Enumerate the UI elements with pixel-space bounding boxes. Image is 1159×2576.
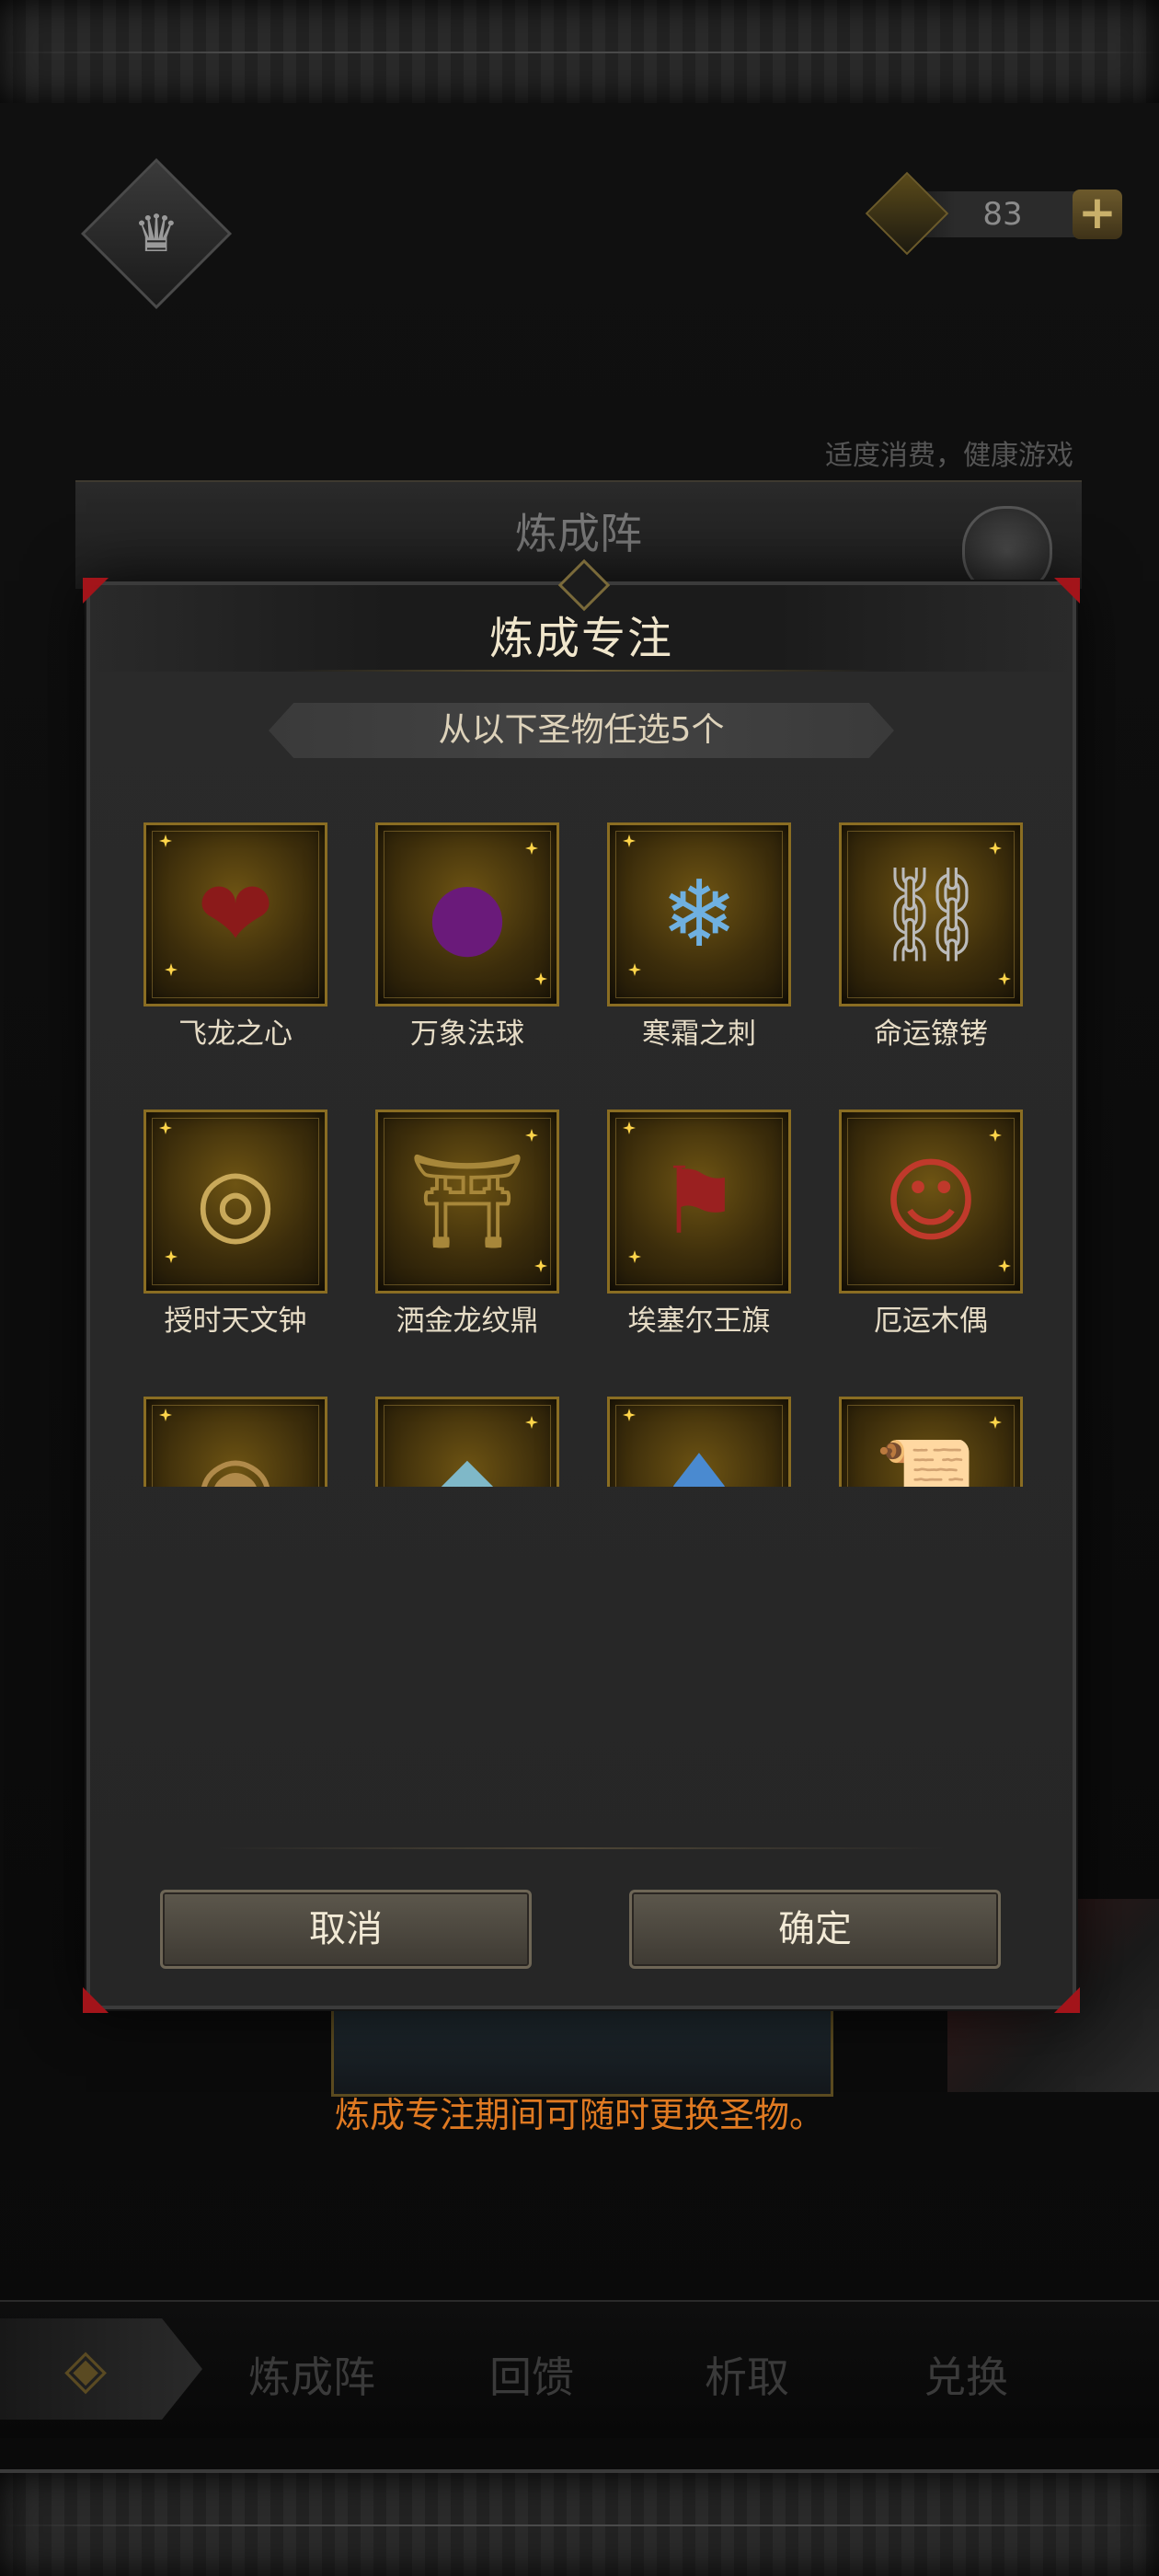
currency-amount: 83 (982, 196, 1023, 233)
rune-dice-icon: ◆ (378, 1399, 557, 1488)
currency-display: 83 + (865, 171, 1122, 256)
royal-banner-icon: ⚑ (658, 1147, 740, 1255)
dragon-heart-icon: ❤ (197, 860, 274, 968)
war-drum-icon: ◉ (146, 1399, 325, 1488)
corner-ornament (1054, 1987, 1080, 2013)
relic-name: 飞龙之心 (178, 1018, 293, 1051)
relic-frame: ⚑ (607, 1110, 791, 1294)
nav-logo[interactable]: ◈ (0, 2318, 202, 2420)
tip-text: 炼成专注期间可随时更换圣物。 (334, 2095, 824, 2135)
relic-item[interactable]: 📜旅法师魔卷 (839, 1397, 1023, 1487)
relic-item[interactable]: ⛩ 洒金龙纹鼎 (375, 1110, 559, 1340)
relic-item[interactable]: ❄ 寒霜之刺 (607, 822, 791, 1052)
bottom-nav: ◈ 炼成阵 回馈 析取 兑换 (0, 2300, 1159, 2438)
relic-item[interactable]: ● 万象法球 (375, 822, 559, 1052)
nav-tab-alchemy[interactable]: 炼成阵 (248, 2344, 375, 2405)
relic-frame: ☺ (839, 1110, 1023, 1294)
fate-shackles-icon: ⛓ (872, 860, 990, 968)
relic-frame: 📜 (839, 1397, 1023, 1487)
focus-dialog: 炼成专注 从以下圣物任选5个 ❤ 飞龙之心 ● 万象法球 ❄ 寒霜之刺 ⛓ 命运镣铐 ◎ 授时天文… (83, 558, 1080, 2013)
dialog-title-bar: 炼成专注 (90, 558, 1073, 672)
dialog-subtitle-banner: 从以下圣物任选5个 (269, 703, 894, 758)
relic-frame: ⛓ (839, 822, 1023, 1006)
relic-item[interactable]: ⚑ 埃塞尔王旗 (607, 1110, 791, 1340)
relic-frame: ● (375, 822, 559, 1006)
button-divider (219, 1847, 944, 1849)
relic-name: 埃塞尔王旗 (627, 1305, 771, 1338)
relic-item[interactable]: ☺ 厄运木偶 (839, 1110, 1023, 1340)
crown-icon: ♛ (132, 203, 180, 264)
magic-scroll-icon: 📜 (842, 1399, 1020, 1488)
relic-item[interactable]: ◎ 授时天文钟 (143, 1110, 327, 1340)
nav-tab-extract[interactable]: 析取 (705, 2344, 789, 2405)
relic-frame: ◉ (143, 1397, 327, 1487)
relic-frame: ♦ (607, 1397, 791, 1487)
relic-grid[interactable]: ❤ 飞龙之心 ● 万象法球 ❄ 寒霜之刺 ⛓ 命运镣铐 ◎ 授时天文钟 ⛩ 洒金龙纹鼎 ⚑ 埃塞尔王旗 ☺ 厄… (90, 822, 1073, 1487)
relic-name: 授时天文钟 (164, 1305, 307, 1338)
relic-item[interactable]: ❤ 飞龙之心 (143, 822, 327, 1052)
relic-item[interactable]: ◉万米尔的韧鼓 (143, 1397, 327, 1487)
add-currency-button[interactable]: + (1073, 190, 1122, 239)
health-note: 适度消费，健康游戏 (825, 440, 1073, 472)
relic-name: 寒霜之刺 (642, 1018, 756, 1051)
bottom-ornament-bar (0, 2469, 1159, 2576)
nav-tab-rewards[interactable]: 回馈 (489, 2344, 574, 2405)
title-underline (286, 670, 877, 672)
frost-thorn-icon: ❄ (660, 860, 738, 968)
relic-item[interactable]: ⛓ 命运镣铐 (839, 822, 1023, 1052)
relic-frame: ◆ (375, 1397, 559, 1487)
treasure-vessel-icon: ♦ (610, 1399, 788, 1488)
cancel-button[interactable]: 取消 (160, 1890, 532, 1969)
astronomical-clock-icon: ◎ (195, 1147, 276, 1255)
relic-frame: ❤ (143, 822, 327, 1006)
relic-frame: ❄ (607, 822, 791, 1006)
relic-name: 万象法球 (410, 1018, 524, 1051)
dragon-cauldron-icon: ⛩ (408, 1147, 526, 1255)
relic-name: 洒金龙纹鼎 (396, 1305, 539, 1338)
top-ornament-bar (0, 0, 1159, 107)
background-panel-title: 炼成阵 (515, 509, 642, 558)
relic-name: 厄运木偶 (874, 1305, 988, 1338)
dialog-title: 炼成专注 (488, 613, 673, 664)
background-bottom-panel (331, 2006, 833, 2097)
nav-logo-icon: ◈ (64, 2337, 108, 2401)
relic-frame: ⛩ (375, 1110, 559, 1294)
relic-frame: ◎ (143, 1110, 327, 1294)
corner-ornament (83, 1987, 109, 2013)
relic-name: 命运镣铐 (874, 1018, 988, 1051)
dialog-subtitle: 从以下圣物任选5个 (438, 711, 725, 749)
doom-puppet-icon: ☺ (882, 1147, 980, 1255)
relic-item[interactable]: ♦比比奇宝器 (607, 1397, 791, 1487)
confirm-button[interactable]: 确定 (629, 1890, 1001, 1969)
relic-item[interactable]: ◆符文古骰 (375, 1397, 559, 1487)
nav-tab-exchange[interactable]: 兑换 (924, 2344, 1008, 2405)
magic-orb-icon: ● (427, 860, 508, 968)
